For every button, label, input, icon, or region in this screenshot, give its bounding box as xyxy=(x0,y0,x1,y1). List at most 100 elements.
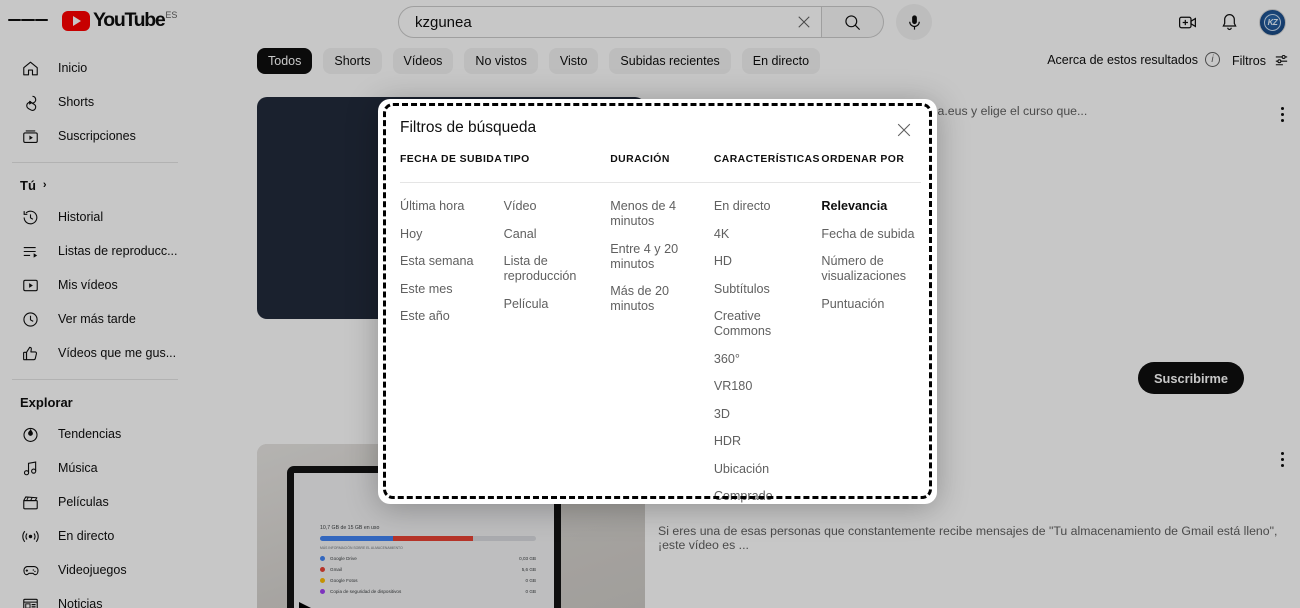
filter-option-en-directo[interactable]: En directo xyxy=(714,199,822,214)
sidebar-item-peliculas[interactable]: Películas xyxy=(6,486,184,518)
search-input-value: kzgunea xyxy=(415,13,472,31)
chip-videos[interactable]: Vídeos xyxy=(392,48,454,74)
avatar[interactable]: KZ xyxy=(1259,8,1286,36)
sidebar-item-musica[interactable]: Música xyxy=(6,452,184,484)
sidebar-item-mis-videos[interactable]: Mis vídeos xyxy=(6,269,184,301)
sidebar-section-you[interactable]: Tú › xyxy=(0,171,190,199)
filter-option-360[interactable]: 360° xyxy=(714,352,822,367)
play-icon xyxy=(62,10,90,31)
more-vertical-icon[interactable] xyxy=(1280,449,1284,470)
avatar-text: KZ xyxy=(1267,17,1278,27)
logo-country-code: ES xyxy=(165,9,178,20)
filter-option-vr180[interactable]: VR180 xyxy=(714,379,822,394)
filter-option-menos-de-4-minutos[interactable]: Menos de 4 minutos xyxy=(610,199,694,229)
sidebar-section-label: Explorar xyxy=(20,394,73,410)
search-input[interactable]: kzgunea xyxy=(398,6,822,38)
close-icon[interactable] xyxy=(787,13,821,31)
sidebar-item-shorts[interactable]: Shorts xyxy=(6,86,184,118)
filter-option-comprado[interactable]: Comprado xyxy=(714,489,822,504)
sidebar-section-label: Tú xyxy=(20,177,36,193)
bell-icon[interactable] xyxy=(1211,4,1247,40)
sidebar-item-noticias[interactable]: Noticias xyxy=(6,588,184,608)
about-results-button[interactable]: Acerca de estos resultados i xyxy=(1047,52,1220,67)
filter-option-relevancia[interactable]: Relevancia xyxy=(821,199,917,214)
subscribe-button[interactable]: Suscribirme xyxy=(1138,362,1244,394)
sidebar-item-historial[interactable]: Historial xyxy=(6,201,184,233)
gaming-icon xyxy=(20,560,40,580)
filter-column-header: CARACTERÍSTICAS xyxy=(713,154,822,183)
sidebar-item-tendencias[interactable]: Tendencias xyxy=(6,418,184,450)
filter-option-este-mes[interactable]: Este mes xyxy=(400,282,504,297)
chip-label: Subidas recientes xyxy=(620,54,720,68)
storage-row-value: 0,03 GB xyxy=(519,556,536,561)
filter-option-hdr[interactable]: HDR xyxy=(714,434,822,449)
chip-label: Vídeos xyxy=(403,54,443,68)
sidebar-item-videos-que-me-gustan[interactable]: Vídeos que me gus... xyxy=(6,337,184,369)
menu-icon[interactable] xyxy=(8,0,48,40)
sidebar-item-listas-de-reproduccion[interactable]: Listas de reproducc... xyxy=(6,235,184,267)
sidebar-item-ver-mas-tarde[interactable]: Ver más tarde xyxy=(6,303,184,335)
shorts-icon xyxy=(20,92,40,112)
microphone-icon[interactable] xyxy=(896,4,932,40)
filter-option-ubicacion[interactable]: Ubicación xyxy=(714,462,822,477)
filter-option-canal[interactable]: Canal xyxy=(504,227,592,242)
filter-option-puntuacion[interactable]: Puntuación xyxy=(821,297,917,312)
close-icon[interactable] xyxy=(891,117,917,143)
filter-option-mas-de-20-minutos[interactable]: Más de 20 minutos xyxy=(610,284,712,314)
filter-option-pelicula[interactable]: Película xyxy=(504,297,592,312)
sidebar-item-label: Videojuegos xyxy=(58,563,127,577)
filter-chip-row: Todos Shorts Vídeos No vistos Visto Subi… xyxy=(257,48,821,74)
filter-option-creative-commons[interactable]: Creative Commons xyxy=(714,309,822,339)
sidebar-explore-group: Tendencias Música Películas En directo V… xyxy=(0,418,190,608)
chip-label: Shorts xyxy=(334,54,371,68)
more-vertical-icon[interactable] xyxy=(1280,104,1284,125)
filter-option-ultima-hora[interactable]: Última hora xyxy=(400,199,504,214)
filter-option-hd[interactable]: HD xyxy=(714,254,822,269)
filter-option-4k[interactable]: 4K xyxy=(714,227,822,242)
logo-text: YouTube xyxy=(93,8,166,31)
sidebar-item-label: En directo xyxy=(58,529,115,543)
filter-column-ordenar-por: ORDENAR POR Relevancia Fecha de subida N… xyxy=(821,154,922,517)
filter-option-subtitulos[interactable]: Subtítulos xyxy=(714,282,822,297)
sidebar-item-label: Vídeos que me gus... xyxy=(58,346,177,360)
chip-subidas-recientes[interactable]: Subidas recientes xyxy=(609,48,731,74)
filter-option-este-ano[interactable]: Este año xyxy=(400,309,504,324)
filter-option-video[interactable]: Vídeo xyxy=(504,199,592,214)
trending-icon xyxy=(20,424,40,444)
filters-label: Filtros xyxy=(1231,53,1266,68)
sidebar-item-label: Mis vídeos xyxy=(58,278,118,292)
sidebar[interactable]: Inicio Shorts Suscripciones Tú › Histori… xyxy=(0,40,190,608)
chip-visto[interactable]: Visto xyxy=(548,48,599,74)
filter-option-hoy[interactable]: Hoy xyxy=(400,227,504,242)
storage-row-value: 5,6 GB xyxy=(521,567,536,572)
storage-title: 10,7 GB de 15 GB en uso xyxy=(320,525,380,531)
result-description-2: Si eres una de esas personas que constan… xyxy=(658,524,1278,552)
filters-button[interactable]: Filtros xyxy=(1232,52,1290,69)
filter-option-lista-de-reproduccion[interactable]: Lista de reproducción xyxy=(504,254,592,284)
chip-en-directo[interactable]: En directo xyxy=(741,48,821,74)
chip-shorts[interactable]: Shorts xyxy=(323,48,382,74)
filter-option-3d[interactable]: 3D xyxy=(714,407,822,422)
masthead-actions: KZ xyxy=(1169,4,1286,40)
playlist-icon xyxy=(20,241,40,261)
filter-option-fecha-de-subida[interactable]: Fecha de subida xyxy=(821,227,917,242)
filter-column-header: DURACIÓN xyxy=(610,154,714,183)
chip-no-vistos[interactable]: No vistos xyxy=(464,48,538,74)
chip-todos[interactable]: Todos xyxy=(257,48,313,74)
create-video-icon[interactable] xyxy=(1169,4,1205,40)
live-icon xyxy=(20,526,40,546)
youtube-logo[interactable]: YouTube ES xyxy=(62,8,178,31)
filter-option-esta-semana[interactable]: Esta semana xyxy=(400,254,504,269)
filter-option-numero-de-visualizaciones[interactable]: Número de visualizaciones xyxy=(821,254,917,284)
filter-option-entre-4-y-20-minutos[interactable]: Entre 4 y 20 minutos xyxy=(610,242,694,272)
sidebar-item-inicio[interactable]: Inicio xyxy=(6,52,184,84)
subscriptions-icon xyxy=(20,126,40,146)
sidebar-item-en-directo[interactable]: En directo xyxy=(6,520,184,552)
info-icon: i xyxy=(1205,52,1220,67)
search-button[interactable] xyxy=(822,6,884,38)
sidebar-item-videojuegos[interactable]: Videojuegos xyxy=(6,554,184,586)
sidebar-item-label: Shorts xyxy=(58,95,95,109)
filter-column-header: ORDENAR POR xyxy=(821,154,922,183)
sidebar-item-label: Películas xyxy=(58,495,109,509)
sidebar-item-suscripciones[interactable]: Suscripciones xyxy=(6,120,184,152)
